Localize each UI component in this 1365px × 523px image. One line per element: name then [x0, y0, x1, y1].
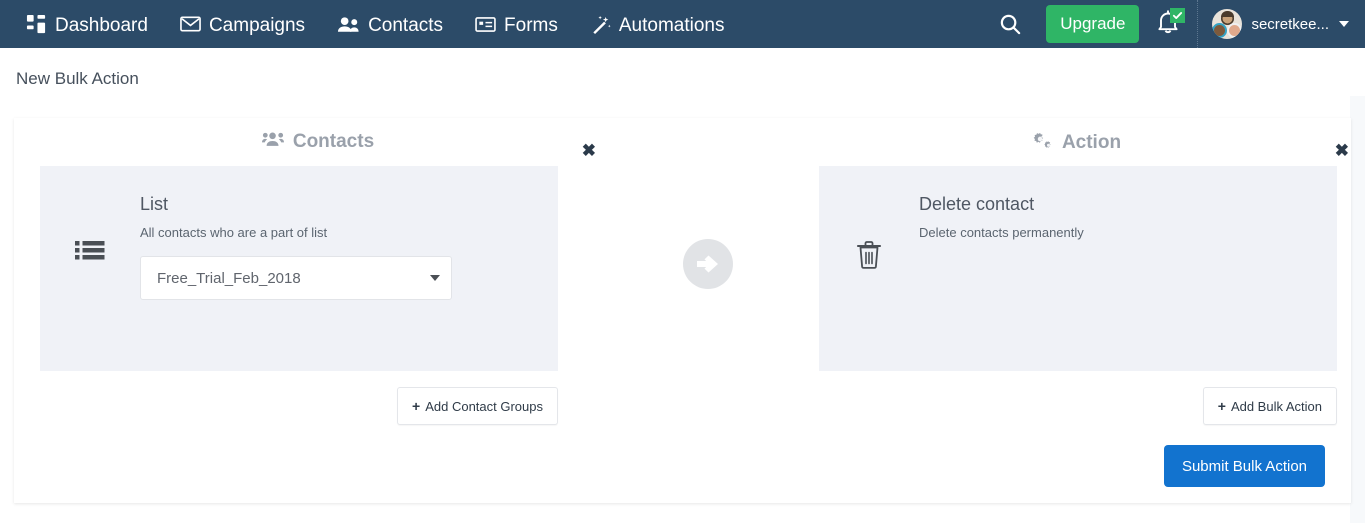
list-select[interactable]: Free_Trial_Feb_2018: [140, 256, 452, 300]
nav-label-automations: Automations: [619, 16, 725, 35]
add-bulk-action-label: Add Bulk Action: [1231, 399, 1322, 414]
trash-icon: [819, 194, 919, 269]
panel-columns: Contacts ✖: [14, 118, 1351, 429]
user-friends-icon: [337, 16, 360, 33]
plus-icon: +: [1218, 399, 1226, 413]
add-contact-groups-button[interactable]: + Add Contact Groups: [397, 387, 558, 425]
upgrade-button[interactable]: Upgrade: [1046, 5, 1139, 43]
contacts-card: List All contacts who are a part of list…: [40, 166, 558, 371]
navbar-divider: [1197, 0, 1198, 48]
nav-item-forms[interactable]: Forms: [459, 0, 574, 48]
bulk-action-panel: Contacts ✖: [14, 118, 1351, 503]
nav-item-campaigns[interactable]: Campaigns: [164, 0, 321, 48]
plus-icon: +: [412, 399, 420, 413]
submit-bulk-action-button[interactable]: Submit Bulk Action: [1164, 445, 1325, 487]
action-button-row: + Add Bulk Action: [819, 387, 1337, 429]
check-badge-icon: [1170, 8, 1185, 23]
form-icon: [475, 16, 496, 33]
nav-label-campaigns: Campaigns: [209, 16, 305, 35]
envelope-icon: [180, 15, 201, 33]
add-contact-groups-label: Add Contact Groups: [425, 399, 543, 414]
nav-label-dashboard: Dashboard: [55, 16, 148, 35]
arrow-right-circle-icon: [683, 239, 733, 289]
contacts-button-row: + Add Contact Groups: [40, 387, 558, 429]
nav-label-forms: Forms: [504, 16, 558, 35]
page-background-strip: [1350, 96, 1365, 523]
page-title: New Bulk Action: [0, 48, 1365, 89]
contacts-header: Contacts ✖: [40, 118, 596, 166]
primary-nav: Dashboard Campaigns Contacts: [10, 0, 741, 48]
action-header: Action ✖: [819, 118, 1335, 166]
list-select-wrapper: Free_Trial_Feb_2018: [140, 256, 452, 300]
grid-icon: [26, 14, 47, 35]
action-card-subtitle: Delete contacts permanently: [919, 225, 1317, 240]
contacts-card-subtitle: All contacts who are a part of list: [140, 225, 538, 240]
middle-column: [596, 118, 819, 429]
close-icon[interactable]: ✖: [1335, 142, 1349, 159]
list-ul-icon: [40, 194, 140, 265]
users-icon: [262, 131, 284, 153]
nav-item-dashboard[interactable]: Dashboard: [10, 0, 164, 48]
account-name: secretkee...: [1251, 16, 1329, 33]
nav-label-contacts: Contacts: [368, 16, 443, 35]
contacts-column: Contacts ✖: [40, 118, 596, 429]
action-card-title: Delete contact: [919, 194, 1317, 215]
search-icon[interactable]: [988, 0, 1032, 48]
submit-row: Submit Bulk Action: [1164, 445, 1325, 487]
nav-item-contacts[interactable]: Contacts: [321, 0, 459, 48]
account-menu[interactable]: secretkee...: [1200, 0, 1351, 48]
close-icon[interactable]: ✖: [582, 142, 596, 159]
page-body: New Bulk Action: [0, 48, 1365, 523]
action-column: Action ✖ Delete contact: [819, 118, 1335, 429]
notifications-button[interactable]: [1139, 0, 1197, 48]
magic-wand-icon: [590, 14, 611, 35]
action-card-body: Delete contact Delete contacts permanent…: [919, 194, 1337, 256]
navbar-right: Upgrade secre: [988, 0, 1351, 48]
action-header-title: Action: [1033, 131, 1121, 155]
avatar: [1212, 9, 1242, 39]
top-navbar: Dashboard Campaigns Contacts: [0, 0, 1365, 48]
contacts-card-body: List All contacts who are a part of list…: [140, 194, 558, 300]
action-header-label: Action: [1062, 132, 1121, 154]
contacts-card-title: List: [140, 194, 538, 215]
cogs-icon: [1033, 131, 1053, 155]
action-card: Delete contact Delete contacts permanent…: [819, 166, 1337, 371]
add-bulk-action-button[interactable]: + Add Bulk Action: [1203, 387, 1337, 425]
chevron-down-icon: [1339, 21, 1349, 27]
contacts-header-label: Contacts: [293, 131, 374, 153]
nav-item-automations[interactable]: Automations: [574, 0, 741, 48]
contacts-header-title: Contacts: [262, 131, 374, 153]
